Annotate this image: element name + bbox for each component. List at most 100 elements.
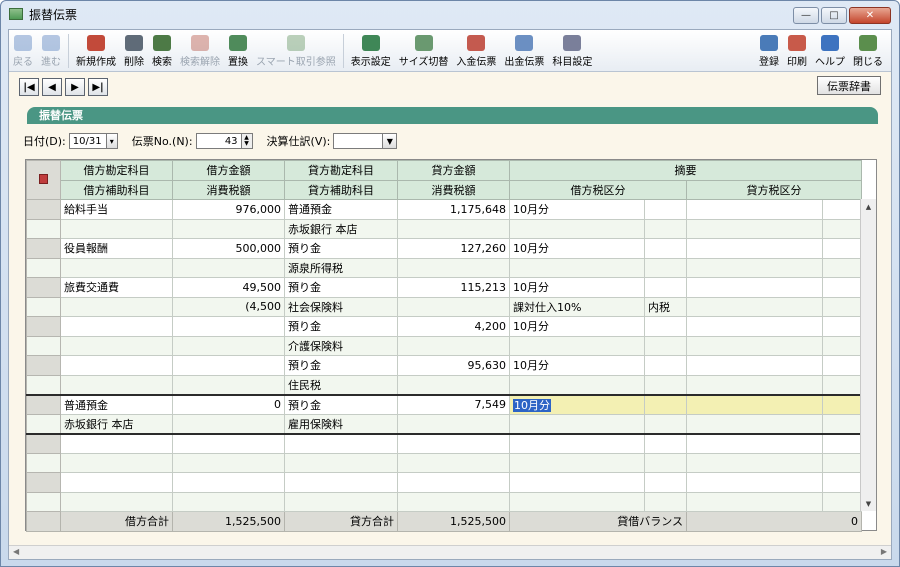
- cell-tax-type[interactable]: [644, 218, 687, 239]
- empty-cell[interactable]: [686, 491, 823, 512]
- cell-amount[interactable]: [172, 218, 285, 239]
- cell-extra[interactable]: [822, 335, 862, 356]
- cell-amount[interactable]: [172, 316, 285, 337]
- cell-credit-amount[interactable]: 115,213: [397, 277, 510, 298]
- empty-cell[interactable]: [509, 452, 645, 473]
- cell-extra[interactable]: [822, 257, 862, 278]
- last-record-button[interactable]: ▶|: [88, 78, 108, 96]
- empty-cell[interactable]: [397, 491, 510, 512]
- cell-credit-amount[interactable]: [397, 257, 510, 278]
- cell-amount[interactable]: (4,500: [172, 296, 285, 317]
- cell-account[interactable]: [60, 296, 173, 317]
- cell-credit-amount[interactable]: 4,200: [397, 316, 510, 337]
- cell-extra[interactable]: [822, 316, 862, 337]
- empty-cell[interactable]: [644, 433, 687, 454]
- empty-cell[interactable]: [644, 491, 687, 512]
- empty-cell[interactable]: [686, 452, 823, 473]
- cell-credit-amount[interactable]: [397, 374, 510, 395]
- cell-account[interactable]: 給料手当: [60, 199, 173, 220]
- cell-credit-account[interactable]: 社会保険料: [284, 296, 398, 317]
- cell-extra[interactable]: [822, 393, 862, 415]
- toolbar-button-8[interactable]: 表示設定: [347, 31, 395, 71]
- cell-credit-account[interactable]: 介護保険料: [284, 335, 398, 356]
- cell-description[interactable]: 10月分: [509, 277, 645, 298]
- slip-dictionary-button[interactable]: 伝票辞書: [817, 76, 881, 95]
- toolbar-button-2[interactable]: 新規作成: [72, 31, 120, 71]
- cell-account[interactable]: [60, 316, 173, 337]
- cell-tax-type[interactable]: [644, 355, 687, 376]
- cell-extra[interactable]: [822, 413, 862, 435]
- empty-cell[interactable]: [172, 491, 285, 512]
- cell-description[interactable]: 10月分: [509, 316, 645, 337]
- maximize-button[interactable]: □: [821, 7, 847, 24]
- empty-cell[interactable]: [397, 433, 510, 454]
- empty-cell[interactable]: [822, 433, 862, 454]
- slip-no-input[interactable]: 43: [195, 133, 242, 149]
- cell-account[interactable]: 赤坂銀行 本店: [60, 413, 173, 435]
- cell-credit-account[interactable]: 預り金: [284, 277, 398, 298]
- table-row[interactable]: 預り金 95,630 10月分: [26, 355, 862, 376]
- cell-tax-type[interactable]: [644, 238, 687, 259]
- empty-cell[interactable]: [172, 452, 285, 473]
- first-record-button[interactable]: |◀: [19, 78, 39, 96]
- table-row[interactable]: 介護保険料: [26, 335, 862, 356]
- cell-amount[interactable]: [172, 355, 285, 376]
- empty-cell[interactable]: [509, 491, 645, 512]
- toolbar-button-1[interactable]: 進む: [37, 31, 65, 71]
- cell-description[interactable]: 10月分: [509, 355, 645, 376]
- toolbar-button-11[interactable]: 出金伝票: [500, 31, 548, 71]
- table-row[interactable]: 住民税: [26, 374, 862, 395]
- toolbar-right-button-1[interactable]: 印刷: [783, 31, 811, 71]
- cell-credit-account[interactable]: 赤坂銀行 本店: [284, 218, 398, 239]
- empty-row[interactable]: [26, 452, 862, 473]
- selected-description-text[interactable]: 10月分: [513, 398, 551, 412]
- prev-record-button[interactable]: ◀: [42, 78, 62, 96]
- scroll-down-icon[interactable]: ▼: [861, 496, 876, 511]
- closing-entry-select[interactable]: [333, 133, 384, 149]
- cell-extra[interactable]: [822, 277, 862, 298]
- toolbar-button-10[interactable]: 入金伝票: [452, 31, 500, 71]
- empty-cell[interactable]: [644, 452, 687, 473]
- empty-cell[interactable]: [60, 452, 173, 473]
- empty-cell[interactable]: [60, 491, 173, 512]
- table-row[interactable]: 源泉所得税: [26, 257, 862, 278]
- cell-credit-tax-class[interactable]: [686, 277, 823, 298]
- cell-account[interactable]: 役員報酬: [60, 238, 173, 259]
- cell-tax-type[interactable]: [644, 277, 687, 298]
- cell-credit-account[interactable]: 雇用保険料: [284, 413, 398, 435]
- cell-credit-tax-class[interactable]: [686, 316, 823, 337]
- cell-tax-type[interactable]: [644, 393, 687, 415]
- table-row[interactable]: (4,500 社会保険料 課対仕入10% 内税: [26, 296, 862, 317]
- empty-cell[interactable]: [686, 433, 823, 454]
- empty-cell[interactable]: [686, 472, 823, 493]
- cell-account[interactable]: [60, 374, 173, 395]
- empty-cell[interactable]: [60, 433, 173, 454]
- cell-extra[interactable]: [822, 355, 862, 376]
- empty-row[interactable]: [26, 433, 862, 454]
- cell-credit-tax-class[interactable]: [686, 199, 823, 220]
- empty-cell[interactable]: [172, 472, 285, 493]
- empty-cell[interactable]: [284, 433, 398, 454]
- cell-credit-amount[interactable]: 127,260: [397, 238, 510, 259]
- cell-extra[interactable]: [822, 296, 862, 317]
- empty-cell[interactable]: [397, 472, 510, 493]
- grid-vertical-scrollbar[interactable]: ▲ ▼: [860, 199, 876, 511]
- cell-tax-type[interactable]: [644, 316, 687, 337]
- empty-cell[interactable]: [284, 472, 398, 493]
- cell-credit-account[interactable]: 住民税: [284, 374, 398, 395]
- cell-amount[interactable]: [172, 335, 285, 356]
- cell-description[interactable]: 10月分: [509, 199, 645, 220]
- table-row[interactable]: 普通預金 0 預り金 7,549 10月分: [26, 393, 862, 415]
- cell-credit-amount[interactable]: [397, 218, 510, 239]
- cell-amount[interactable]: 49,500: [172, 277, 285, 298]
- minimize-button[interactable]: —: [793, 7, 819, 24]
- empty-cell[interactable]: [509, 472, 645, 493]
- cell-account[interactable]: 普通預金: [60, 393, 173, 415]
- table-row[interactable]: 給料手当 976,000 普通預金 1,175,648 10月分: [26, 199, 862, 220]
- toolbar-button-3[interactable]: 削除: [120, 31, 148, 71]
- cell-description[interactable]: 課対仕入10%: [509, 296, 645, 317]
- cell-description[interactable]: [509, 257, 645, 278]
- empty-cell[interactable]: [822, 472, 862, 493]
- cell-tax-type[interactable]: [644, 374, 687, 395]
- toolbar-button-6[interactable]: 置換: [224, 31, 252, 71]
